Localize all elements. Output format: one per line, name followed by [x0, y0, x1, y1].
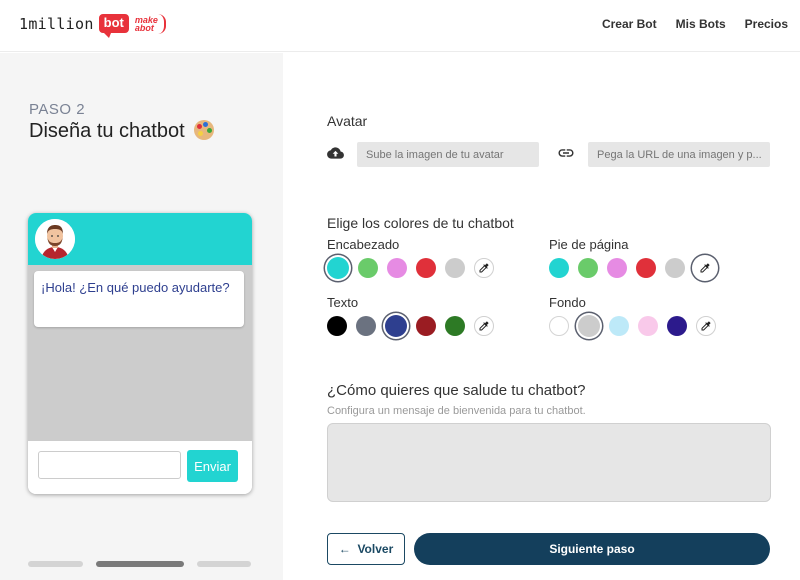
nav-crear-bot[interactable]: Crear Bot [602, 17, 657, 31]
page-title-text: Diseña tu chatbot [29, 120, 185, 142]
color-swatch[interactable] [636, 258, 656, 278]
eyedropper-icon[interactable] [696, 316, 716, 336]
preview-body: ¡Hola! ¿En qué puedo ayudarte? [28, 265, 252, 441]
greeting-subtitle: Configura un mensaje de bienvenida para … [327, 405, 586, 417]
eyedropper-icon[interactable] [474, 258, 494, 278]
color-swatch[interactable] [667, 316, 687, 336]
avatar-upload-input[interactable] [357, 142, 539, 167]
color-swatch[interactable] [327, 257, 349, 279]
nav-mis-bots[interactable]: Mis Bots [676, 17, 726, 31]
main-nav: Crear Bot Mis Bots Precios [602, 17, 788, 31]
header-color-label: Encabezado [327, 237, 400, 252]
avatar-label: Avatar [327, 113, 368, 129]
footer-color-swatches [549, 257, 725, 279]
back-button-label: Volver [357, 542, 394, 556]
step-label: PASO 2 [29, 101, 86, 118]
cloud-upload-icon[interactable] [327, 146, 344, 160]
color-swatch[interactable] [416, 316, 436, 336]
greeting-title: ¿Cómo quieres que salude tu chatbot? [327, 382, 586, 399]
preview-footer: Enviar [28, 441, 252, 494]
footer-color-label: Pie de página [549, 237, 629, 252]
color-swatch[interactable] [578, 258, 598, 278]
avatar-url-input[interactable] [588, 142, 770, 167]
logo-make-a-bot: make abot [134, 13, 166, 34]
color-swatch[interactable] [327, 316, 347, 336]
text-color-swatches [327, 315, 503, 337]
color-swatch[interactable] [416, 258, 436, 278]
colors-label: Elige los colores de tu chatbot [327, 215, 514, 231]
logo-swoosh [158, 13, 166, 34]
palette-icon [194, 120, 215, 140]
color-swatch[interactable] [578, 315, 600, 337]
progress-step-3 [197, 561, 251, 567]
color-swatch[interactable] [549, 316, 569, 336]
logo-badge: bot [98, 14, 129, 38]
background-color-swatches [549, 315, 725, 337]
color-swatch[interactable] [665, 258, 685, 278]
left-panel: PASO 2 Diseña tu chatbot ¡Hola! ¿En qué … [0, 53, 283, 580]
nav-precios[interactable]: Precios [745, 17, 788, 31]
logo-make-line2: abot [134, 22, 154, 33]
progress-step-2 [96, 561, 184, 567]
link-icon [558, 149, 574, 157]
welcome-bubble: ¡Hola! ¿En qué puedo ayudarte? [34, 271, 244, 327]
color-swatch[interactable] [607, 258, 627, 278]
color-swatch[interactable] [387, 258, 407, 278]
eyedropper-icon[interactable] [474, 316, 494, 336]
page-title: Diseña tu chatbot [29, 120, 215, 143]
text-color-label: Texto [327, 295, 359, 310]
eyedropper-icon[interactable] [694, 257, 716, 279]
color-swatch[interactable] [385, 315, 407, 337]
color-swatch[interactable] [445, 258, 465, 278]
top-navbar: 1million bot make abot Crear Bot Mis Bot… [0, 0, 800, 52]
logo-text: 1million [19, 14, 94, 33]
background-color-label: Fondo [549, 295, 586, 310]
color-swatch[interactable] [445, 316, 465, 336]
color-swatch[interactable] [609, 316, 629, 336]
chat-input[interactable] [38, 451, 181, 479]
greeting-textarea[interactable] [327, 423, 771, 502]
color-swatch[interactable] [358, 258, 378, 278]
preview-header [28, 213, 252, 265]
next-step-button[interactable]: Siguiente paso [414, 533, 770, 565]
avatar [35, 219, 75, 259]
color-swatch[interactable] [356, 316, 376, 336]
logo[interactable]: 1million bot make abot [19, 13, 166, 38]
arrow-left-icon: ← [338, 542, 351, 556]
color-swatch[interactable] [549, 258, 569, 278]
progress-step-1 [28, 561, 83, 567]
send-button[interactable]: Enviar [187, 450, 238, 482]
avatar-image [35, 219, 75, 259]
color-swatch[interactable] [638, 316, 658, 336]
chatbot-preview: ¡Hola! ¿En qué puedo ayudarte? Enviar [28, 213, 252, 494]
header-color-swatches [327, 257, 503, 279]
back-button[interactable]: ← Volver [327, 533, 405, 565]
